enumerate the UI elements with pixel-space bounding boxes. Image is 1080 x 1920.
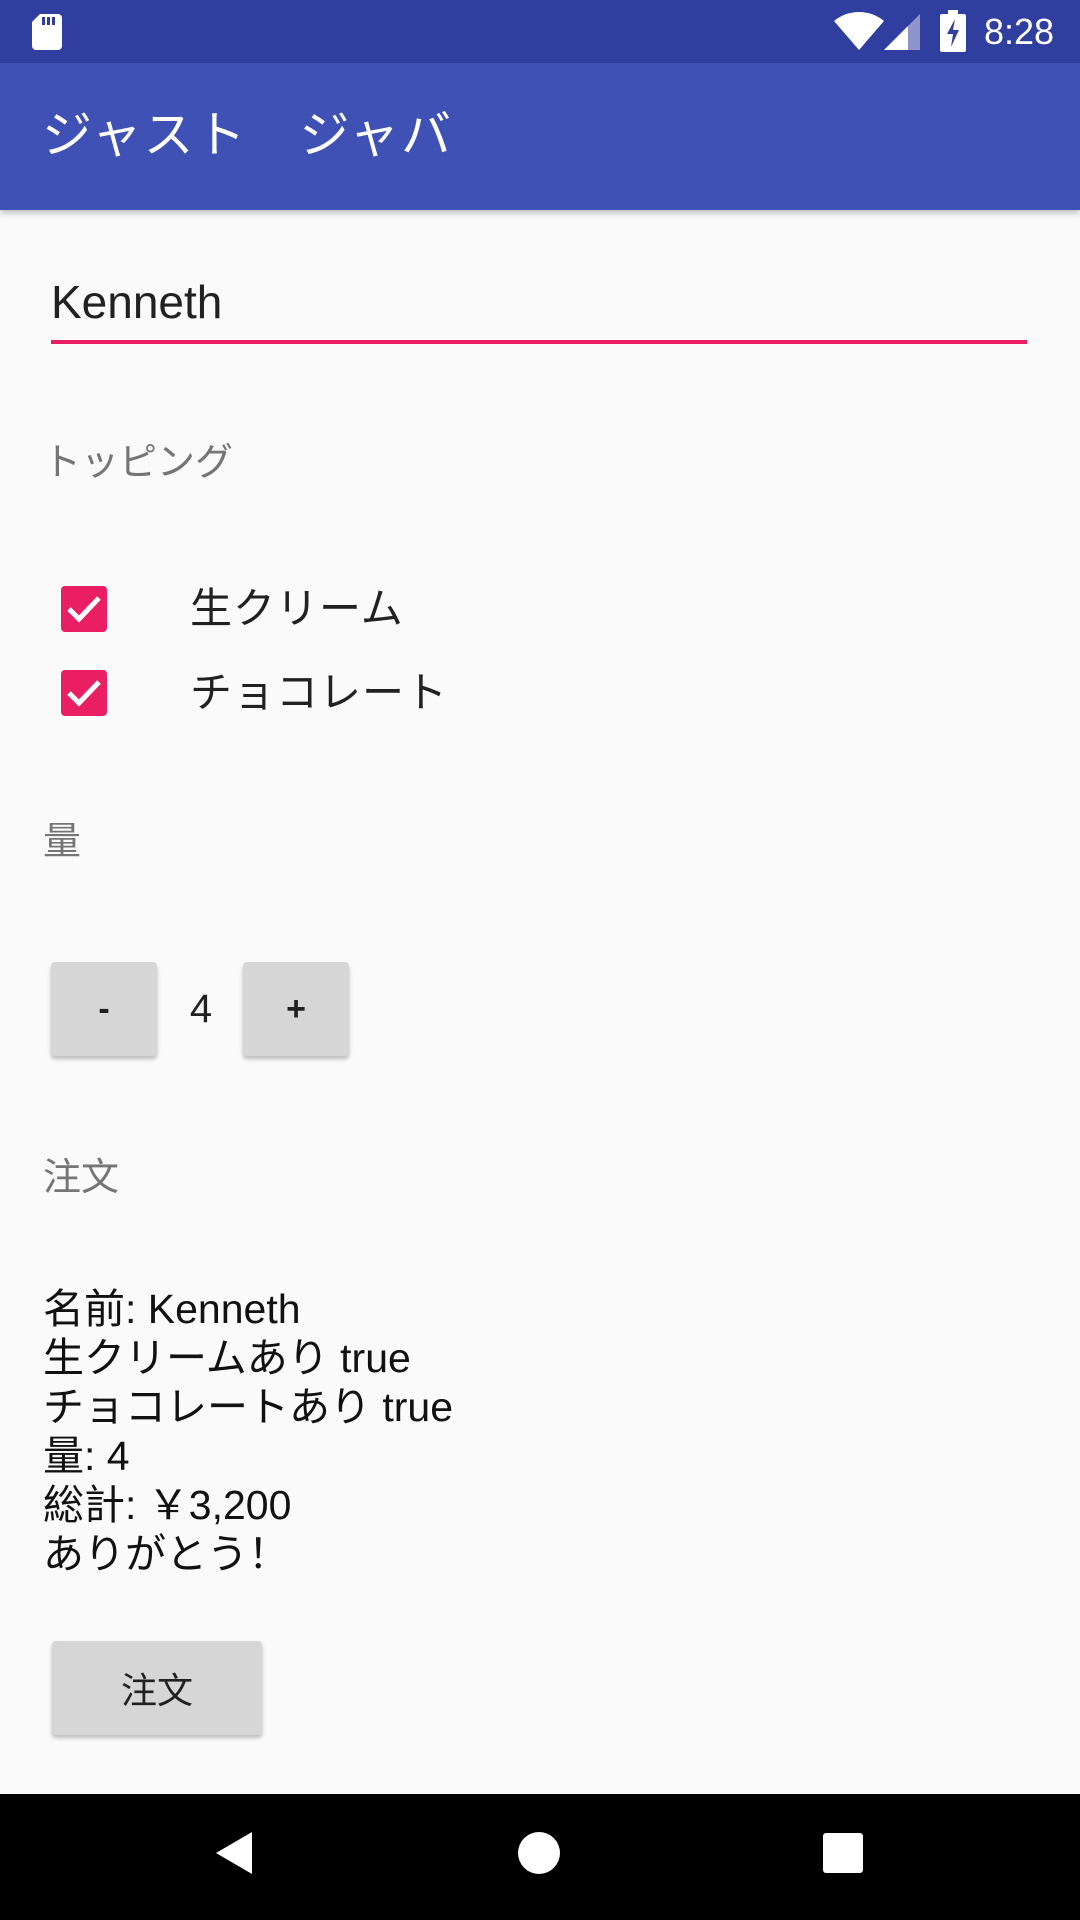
order-header: 注文	[43, 1155, 120, 1199]
sd-card-icon	[32, 14, 62, 50]
summary-line-chocolate: チョコレートあり true	[43, 1384, 454, 1430]
battery-charging-icon	[940, 10, 966, 52]
navigation-bar	[0, 1794, 1080, 1920]
order-button[interactable]: 注文	[52, 1641, 262, 1735]
status-bar: 8:28	[0, 0, 1080, 63]
summary-line-quantity: 量: 4	[43, 1433, 130, 1479]
summary-line-name: 名前: Kenneth	[43, 1286, 301, 1332]
whipped-cream-label: 生クリーム	[190, 584, 404, 633]
checkbox-checked-icon[interactable]	[61, 586, 107, 632]
app-title: ジャスト ジャバ	[42, 106, 453, 164]
app-bar: ジャスト ジャバ	[0, 63, 1080, 210]
summary-line-thanks: ありがとう！	[43, 1531, 289, 1577]
order-summary: 名前: Kenneth 生クリームあり true チョコレートあり true 量…	[43, 1285, 453, 1579]
whipped-cream-checkbox[interactable]: 生クリーム	[58, 580, 658, 640]
decrement-button[interactable]: -	[51, 962, 157, 1056]
chocolate-checkbox[interactable]: チョコレート	[58, 664, 658, 724]
recents-icon[interactable]	[822, 1832, 864, 1874]
cell-signal-icon	[884, 14, 920, 50]
quantity-header: 量	[43, 819, 82, 863]
summary-line-whipped-cream: 生クリームあり true	[43, 1335, 411, 1381]
name-input[interactable]	[51, 264, 1027, 344]
summary-line-total: 総計: ￥3,200	[43, 1482, 292, 1528]
wifi-icon	[834, 12, 884, 50]
chocolate-label: チョコレート	[190, 668, 449, 717]
status-clock: 8:28	[984, 11, 1055, 52]
quantity-value: 4	[189, 987, 213, 1031]
increment-button[interactable]: +	[243, 962, 349, 1056]
back-icon[interactable]	[214, 1830, 254, 1876]
checkbox-checked-icon[interactable]	[61, 670, 107, 716]
toppings-header: トッピング	[43, 440, 234, 484]
home-icon[interactable]	[516, 1830, 562, 1876]
